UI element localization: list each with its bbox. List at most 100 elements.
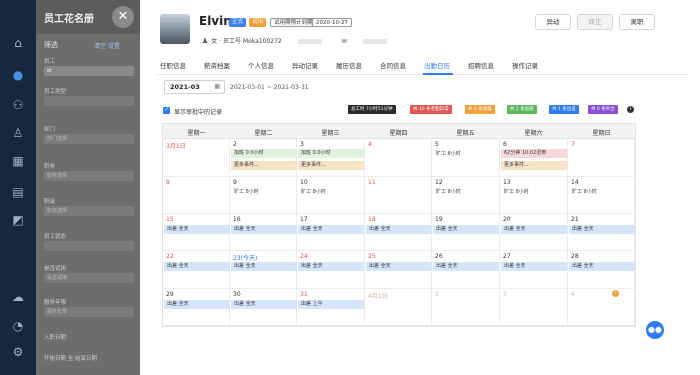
trip-event[interactable]: 出差 全天 xyxy=(164,225,230,234)
filter-field[interactable]: 职务选择 xyxy=(44,171,134,181)
filter-field[interactable] xyxy=(44,96,134,106)
absence-event[interactable]: 旷工 8小时 xyxy=(301,188,326,195)
calendar-day[interactable]: 5 旷工 8小时 xyxy=(432,139,500,177)
transfer-button[interactable]: 异动 xyxy=(535,14,571,30)
legend-overtime[interactable]: 共 2 条加班 xyxy=(507,105,537,114)
trip-event[interactable]: 出差 全天 xyxy=(164,300,230,309)
overtime-event[interactable]: 加班 0.0小时 xyxy=(298,149,364,158)
trip-event[interactable]: 出差 上午 xyxy=(298,300,364,309)
tab-personal[interactable]: 个人信息 xyxy=(248,60,274,70)
cloud-icon[interactable]: ☁ xyxy=(11,290,25,304)
info-icon[interactable]: i xyxy=(627,106,634,113)
calendar-day[interactable]: 10 旷工 8小时 xyxy=(297,177,365,214)
overtime-event[interactable]: 加班 0.0小时 xyxy=(231,149,297,158)
tab-transfer[interactable]: 异动记录 xyxy=(292,60,318,70)
calendar-day[interactable]: 2 xyxy=(432,289,500,326)
trip-event[interactable]: 出差 全天 xyxy=(366,225,432,234)
filter-field[interactable]: 是否试用 xyxy=(44,273,134,283)
calendar-day[interactable]: 3月1日 xyxy=(163,139,230,177)
settings-icon[interactable]: ⚙ xyxy=(11,345,25,359)
document-icon[interactable]: ▤ xyxy=(11,185,25,199)
filter-field[interactable]: 职级选择 xyxy=(44,206,134,216)
calendar-day[interactable]: 2 加班 0.0小时 更多事件... xyxy=(230,139,297,177)
trip-event[interactable]: 出差 全天 xyxy=(569,225,635,234)
trip-event[interactable]: 出差 全天 xyxy=(501,262,567,271)
trip-event[interactable]: 出差 全天 xyxy=(433,262,499,271)
calendar-day[interactable]: 16 出差 全天 xyxy=(230,214,297,251)
trip-event[interactable]: 出差 全天 xyxy=(231,262,297,271)
absence-event[interactable]: 旷工 8小时 xyxy=(436,150,461,157)
absence-event[interactable]: 旷工 8小时 xyxy=(234,188,259,195)
people-icon[interactable]: ● xyxy=(11,68,25,82)
more-events[interactable]: 更多事件... xyxy=(298,161,364,170)
date-range-filter[interactable]: 开始日期 至 结束日期 xyxy=(44,354,97,362)
late-event[interactable]: 62分钟 10:02迟到 xyxy=(501,149,567,158)
trip-event[interactable]: 出差 全天 xyxy=(501,225,567,234)
calendar-day[interactable]: 28 出差 全天 xyxy=(568,251,635,289)
tab-recruit[interactable]: 招聘信息 xyxy=(468,60,494,70)
calendar-day[interactable]: 27 出差 全天 xyxy=(500,251,568,289)
calendar-day[interactable]: 22 出差 全天 xyxy=(163,251,230,289)
tab-resume[interactable]: 履历信息 xyxy=(336,60,362,70)
approval-checkbox[interactable]: ✓ xyxy=(163,107,170,114)
calendar-day[interactable]: 3 xyxy=(500,289,568,326)
resign-button[interactable]: 离职 xyxy=(619,14,655,30)
tab-attendance[interactable]: 出勤日历 xyxy=(424,60,450,70)
legend-trip[interactable]: 共 1 条出差 xyxy=(549,105,579,114)
calendar-day[interactable]: 7 xyxy=(568,139,635,177)
tab-logs[interactable]: 操作记录 xyxy=(512,60,538,70)
tab-contract[interactable]: 合同信息 xyxy=(380,60,406,70)
confirm-button[interactable]: 转正 xyxy=(577,14,613,30)
filter-field[interactable]: 服务年限 xyxy=(44,307,134,317)
calendar-day[interactable]: 24 出差 全天 xyxy=(297,251,365,289)
trip-event[interactable]: 出差 全天 xyxy=(231,300,297,309)
home-icon[interactable]: ⌂ xyxy=(11,36,25,50)
user-icon[interactable]: ♙ xyxy=(11,126,25,140)
calendar-day[interactable]: 3 加班 0.0小时 更多事件... xyxy=(297,139,365,177)
more-events[interactable]: 更多事件... xyxy=(231,161,297,170)
calendar-day[interactable]: 23(今天) 出差 全天 xyxy=(230,251,297,289)
absence-event[interactable]: 旷工 8小时 xyxy=(436,188,461,195)
trip-event[interactable]: 出差 全天 xyxy=(231,225,297,234)
calendar-day[interactable]: 19 出差 全天 xyxy=(432,214,500,251)
calendar-day[interactable]: 17 出差 全天 xyxy=(297,214,365,251)
trip-event[interactable]: 出差 全天 xyxy=(298,262,364,271)
chat-icon[interactable]: ●● xyxy=(646,321,664,339)
legend-outing[interactable]: 共 0 条外出 xyxy=(588,105,618,114)
close-icon[interactable]: ✕ xyxy=(112,6,134,28)
calendar-day[interactable]: 26 出差 全天 xyxy=(432,251,500,289)
calendar-day[interactable]: 15 出差 全天 xyxy=(163,214,230,251)
chart-icon[interactable]: ◩ xyxy=(11,213,25,227)
calendar-day[interactable]: 18 出差 全天 xyxy=(365,214,432,251)
trip-event[interactable]: 出差 全天 xyxy=(569,262,635,271)
calendar-day[interactable]: 8 xyxy=(163,177,230,214)
calendar-day[interactable]: 30 出差 全天 xyxy=(230,289,297,326)
absence-event[interactable]: 旷工 8小时 xyxy=(504,188,529,195)
calendar-day[interactable]: 4 xyxy=(568,289,635,326)
calendar-day[interactable]: 14 旷工 8小时 xyxy=(568,177,635,214)
calendar-day[interactable]: 20 出差 全天 xyxy=(500,214,568,251)
tab-salary[interactable]: 薪资档案 xyxy=(204,60,230,70)
calendar-day[interactable]: 12 旷工 8小时 xyxy=(432,177,500,214)
pie-icon[interactable]: ◔ xyxy=(11,319,25,333)
calendar-day[interactable]: 4 xyxy=(365,139,432,177)
calendar-day[interactable]: 31 出差 上午 xyxy=(297,289,365,326)
calendar-icon[interactable]: ▦ xyxy=(11,154,25,168)
calendar-day[interactable]: 9 旷工 8小时 xyxy=(230,177,297,214)
more-events[interactable]: 更多事件... xyxy=(501,161,567,170)
legend-leave[interactable]: 共 0 条请假 xyxy=(465,105,495,114)
calendar-day[interactable]: 21 出差 全天 xyxy=(568,214,635,251)
trip-event[interactable]: 出差 全天 xyxy=(164,262,230,271)
trip-event[interactable]: 出差 全天 xyxy=(433,225,499,234)
org-icon[interactable]: ⚇ xyxy=(11,98,25,112)
month-picker[interactable]: 2021-03 ▦ xyxy=(164,80,225,94)
employee-search-input[interactable]: el xyxy=(44,66,134,76)
filter-field[interactable] xyxy=(44,241,134,251)
trip-event[interactable]: 出差 全天 xyxy=(298,225,364,234)
calendar-day[interactable]: 6 62分钟 10:02迟到 更多事件... xyxy=(500,139,568,177)
calendar-day[interactable]: 13 旷工 8小时 xyxy=(500,177,568,214)
filter-links[interactable]: 清空 设置 xyxy=(94,41,120,50)
trip-event[interactable]: 出差 全天 xyxy=(366,262,432,271)
calendar-day[interactable]: 29 出差 全天 xyxy=(163,289,230,326)
calendar-day[interactable]: 11 xyxy=(365,177,432,214)
